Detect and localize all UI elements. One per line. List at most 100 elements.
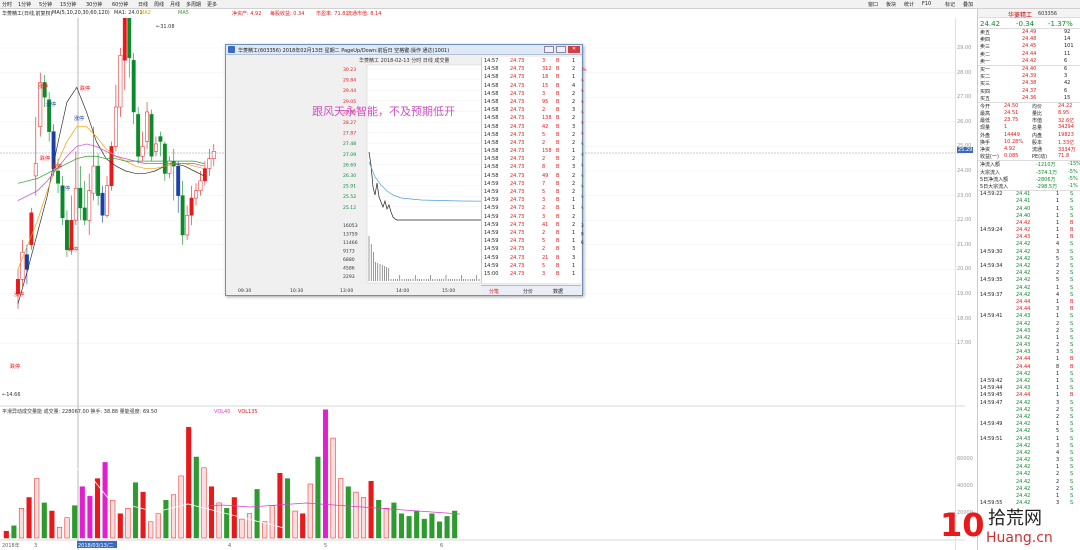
tick-volume: 1 bbox=[1056, 378, 1060, 384]
tick-row: 24.42 5 S bbox=[978, 256, 1080, 263]
candle bbox=[180, 195, 185, 236]
trade-row: 14:58 24.73 138 B 2 bbox=[482, 114, 581, 122]
trade-count: 1 bbox=[572, 74, 576, 81]
period-tab-5[interactable]: 60分钟 bbox=[112, 1, 128, 8]
tick-row: 14:59:51 24.43 1 S bbox=[978, 436, 1080, 443]
trade-time: 14:59 bbox=[484, 262, 499, 269]
trade-volume: 49 bbox=[542, 172, 549, 179]
tick-price: 24.42 bbox=[1016, 248, 1031, 255]
tick-row: 14:59:41 24.43 1 S bbox=[978, 313, 1080, 320]
period-tab-6[interactable]: 日线 bbox=[138, 1, 148, 8]
maximize-button[interactable] bbox=[556, 46, 566, 53]
minute-price-tick: 25.52 bbox=[343, 194, 356, 200]
minute-chart-popup[interactable]: 华菱精工(603356) 2018年02月13日 星期二 PageUp/Down… bbox=[225, 44, 587, 296]
close-icon[interactable]: ✕ bbox=[568, 46, 580, 53]
trade-time: 14:58 bbox=[484, 82, 499, 89]
trade-volume: 2 bbox=[542, 156, 546, 163]
bid-price: 24.37 bbox=[1022, 87, 1037, 94]
trade-side: B bbox=[556, 221, 560, 228]
candle bbox=[127, 18, 132, 59]
toolbar-item-1[interactable]: 板块 bbox=[886, 1, 896, 8]
tick-side: S bbox=[1070, 349, 1074, 356]
tick-price: 24.42 bbox=[1016, 270, 1031, 277]
trade-side: B bbox=[556, 172, 560, 179]
stat-label: 最低 bbox=[980, 118, 991, 125]
trade-volume: 3 bbox=[542, 197, 546, 204]
tab-price[interactable]: 分价 bbox=[523, 288, 533, 295]
period-tab-8[interactable]: 月线 bbox=[170, 1, 180, 8]
tick-row: 14:59:45 24.44 1 B bbox=[978, 392, 1080, 399]
period-tab-2[interactable]: 5分钟 bbox=[39, 1, 52, 8]
trade-time: 14:58 bbox=[484, 148, 499, 155]
trade-count: 2 bbox=[572, 139, 576, 146]
ask-price: 24.48 bbox=[1022, 36, 1037, 43]
volume-bar bbox=[383, 508, 389, 539]
ask-price: 24.49 bbox=[1022, 29, 1037, 35]
volume-bar bbox=[72, 505, 78, 539]
candle bbox=[105, 185, 109, 216]
tick-time: 14:59:35 bbox=[980, 277, 1003, 284]
candle bbox=[136, 114, 141, 157]
ask-book: 卖五 24.49 92 卖四 24.48 14 卖三 24.45 101 卖二 24.44 11 卖一 2… bbox=[978, 29, 1080, 65]
trade-price: 24.73 bbox=[510, 262, 525, 269]
candle bbox=[167, 160, 172, 174]
period-tab-4[interactable]: 30分钟 bbox=[86, 1, 102, 8]
tick-price: 24.42 bbox=[1016, 457, 1031, 464]
trade-side: B bbox=[556, 246, 560, 253]
period-tab-1[interactable]: 1分钟 bbox=[18, 1, 31, 8]
toolbar-item-2[interactable]: 统计 bbox=[904, 1, 914, 8]
tick-side: S bbox=[1070, 399, 1074, 406]
minute-chart[interactable]: 华菱精工 2018-02-13 分时 日线 成交量30.2310.01%29.8… bbox=[230, 57, 702, 287]
minute-price-tick: 26.30 bbox=[343, 173, 356, 179]
tick-side: S bbox=[1070, 291, 1074, 298]
period-tab-10[interactable]: 更多 bbox=[207, 1, 217, 8]
period-tab-9[interactable]: 多周期 bbox=[186, 1, 201, 8]
stat-label: 市值 bbox=[1032, 118, 1043, 125]
trade-row: 14:59 24.73 7 B 2 bbox=[482, 180, 581, 188]
volume-bar bbox=[64, 517, 70, 539]
trade-price: 24.73 bbox=[510, 148, 525, 155]
tick-price: 24.42 bbox=[1016, 263, 1031, 269]
watermark-number: 10 bbox=[940, 506, 985, 544]
extra2: 每股收益: 0.34 bbox=[270, 11, 305, 17]
minute-price-tick: 27.09 bbox=[343, 152, 356, 158]
toolbar-item-5[interactable]: 叠加 bbox=[963, 1, 973, 8]
bid-price: 24.40 bbox=[1022, 65, 1037, 72]
flow-value: -374.1万 bbox=[1036, 169, 1058, 176]
volume-bar bbox=[208, 486, 215, 539]
tick-row: 14:59:30 24.42 3 S bbox=[978, 249, 1080, 256]
tick-row: 14:59:22 24.41 1 S bbox=[978, 191, 1080, 198]
toolbar-item-3[interactable]: F10 bbox=[922, 1, 931, 7]
flow-label: 大宗流入 bbox=[980, 169, 1001, 176]
period-tab-3[interactable]: 15分钟 bbox=[60, 1, 76, 8]
tick-row: 24.42 1 S bbox=[978, 371, 1080, 378]
tick-price: 24.44 bbox=[1016, 363, 1031, 370]
tick-side: B bbox=[1070, 392, 1074, 399]
toolbar-item-0[interactable]: 窗口 bbox=[868, 1, 878, 8]
tick-row: 24.42 2 S bbox=[978, 471, 1080, 478]
price-tick: 23.00 bbox=[957, 192, 972, 199]
trade-price: 24.73 bbox=[510, 66, 525, 73]
price-tick: 20.00 bbox=[957, 266, 972, 273]
trade-time: 14:58 bbox=[484, 131, 499, 138]
volume-bar bbox=[391, 502, 397, 539]
minimize-button[interactable] bbox=[544, 46, 554, 53]
candle bbox=[162, 143, 167, 174]
tick-price: 24.43 bbox=[1016, 313, 1031, 320]
trade-side: B bbox=[556, 139, 560, 146]
tab-ticks[interactable]: 分笔 bbox=[489, 288, 499, 295]
tick-volume: 2 bbox=[1056, 342, 1060, 349]
tick-volume: 1 bbox=[1056, 464, 1060, 471]
tick-volume: 5 bbox=[1056, 428, 1060, 435]
period-tab-0[interactable]: 分时 bbox=[2, 1, 12, 8]
popup-titlebar[interactable]: 华菱精工(603356) 2018年02月13日 星期二 PageUp/Down… bbox=[226, 45, 582, 55]
period-tab-7[interactable]: 周线 bbox=[154, 1, 164, 8]
tick-volume: 2 bbox=[1056, 327, 1060, 334]
bid-label: 买二 bbox=[980, 74, 991, 81]
trade-side: B bbox=[556, 180, 560, 187]
extra1: 净资产: 4.92 bbox=[232, 11, 262, 17]
volume-bar bbox=[87, 495, 93, 539]
tab-data[interactable]: 数据 bbox=[553, 288, 563, 295]
ask-price: 24.45 bbox=[1022, 43, 1037, 50]
toolbar-item-4[interactable]: 标记 bbox=[945, 1, 955, 8]
